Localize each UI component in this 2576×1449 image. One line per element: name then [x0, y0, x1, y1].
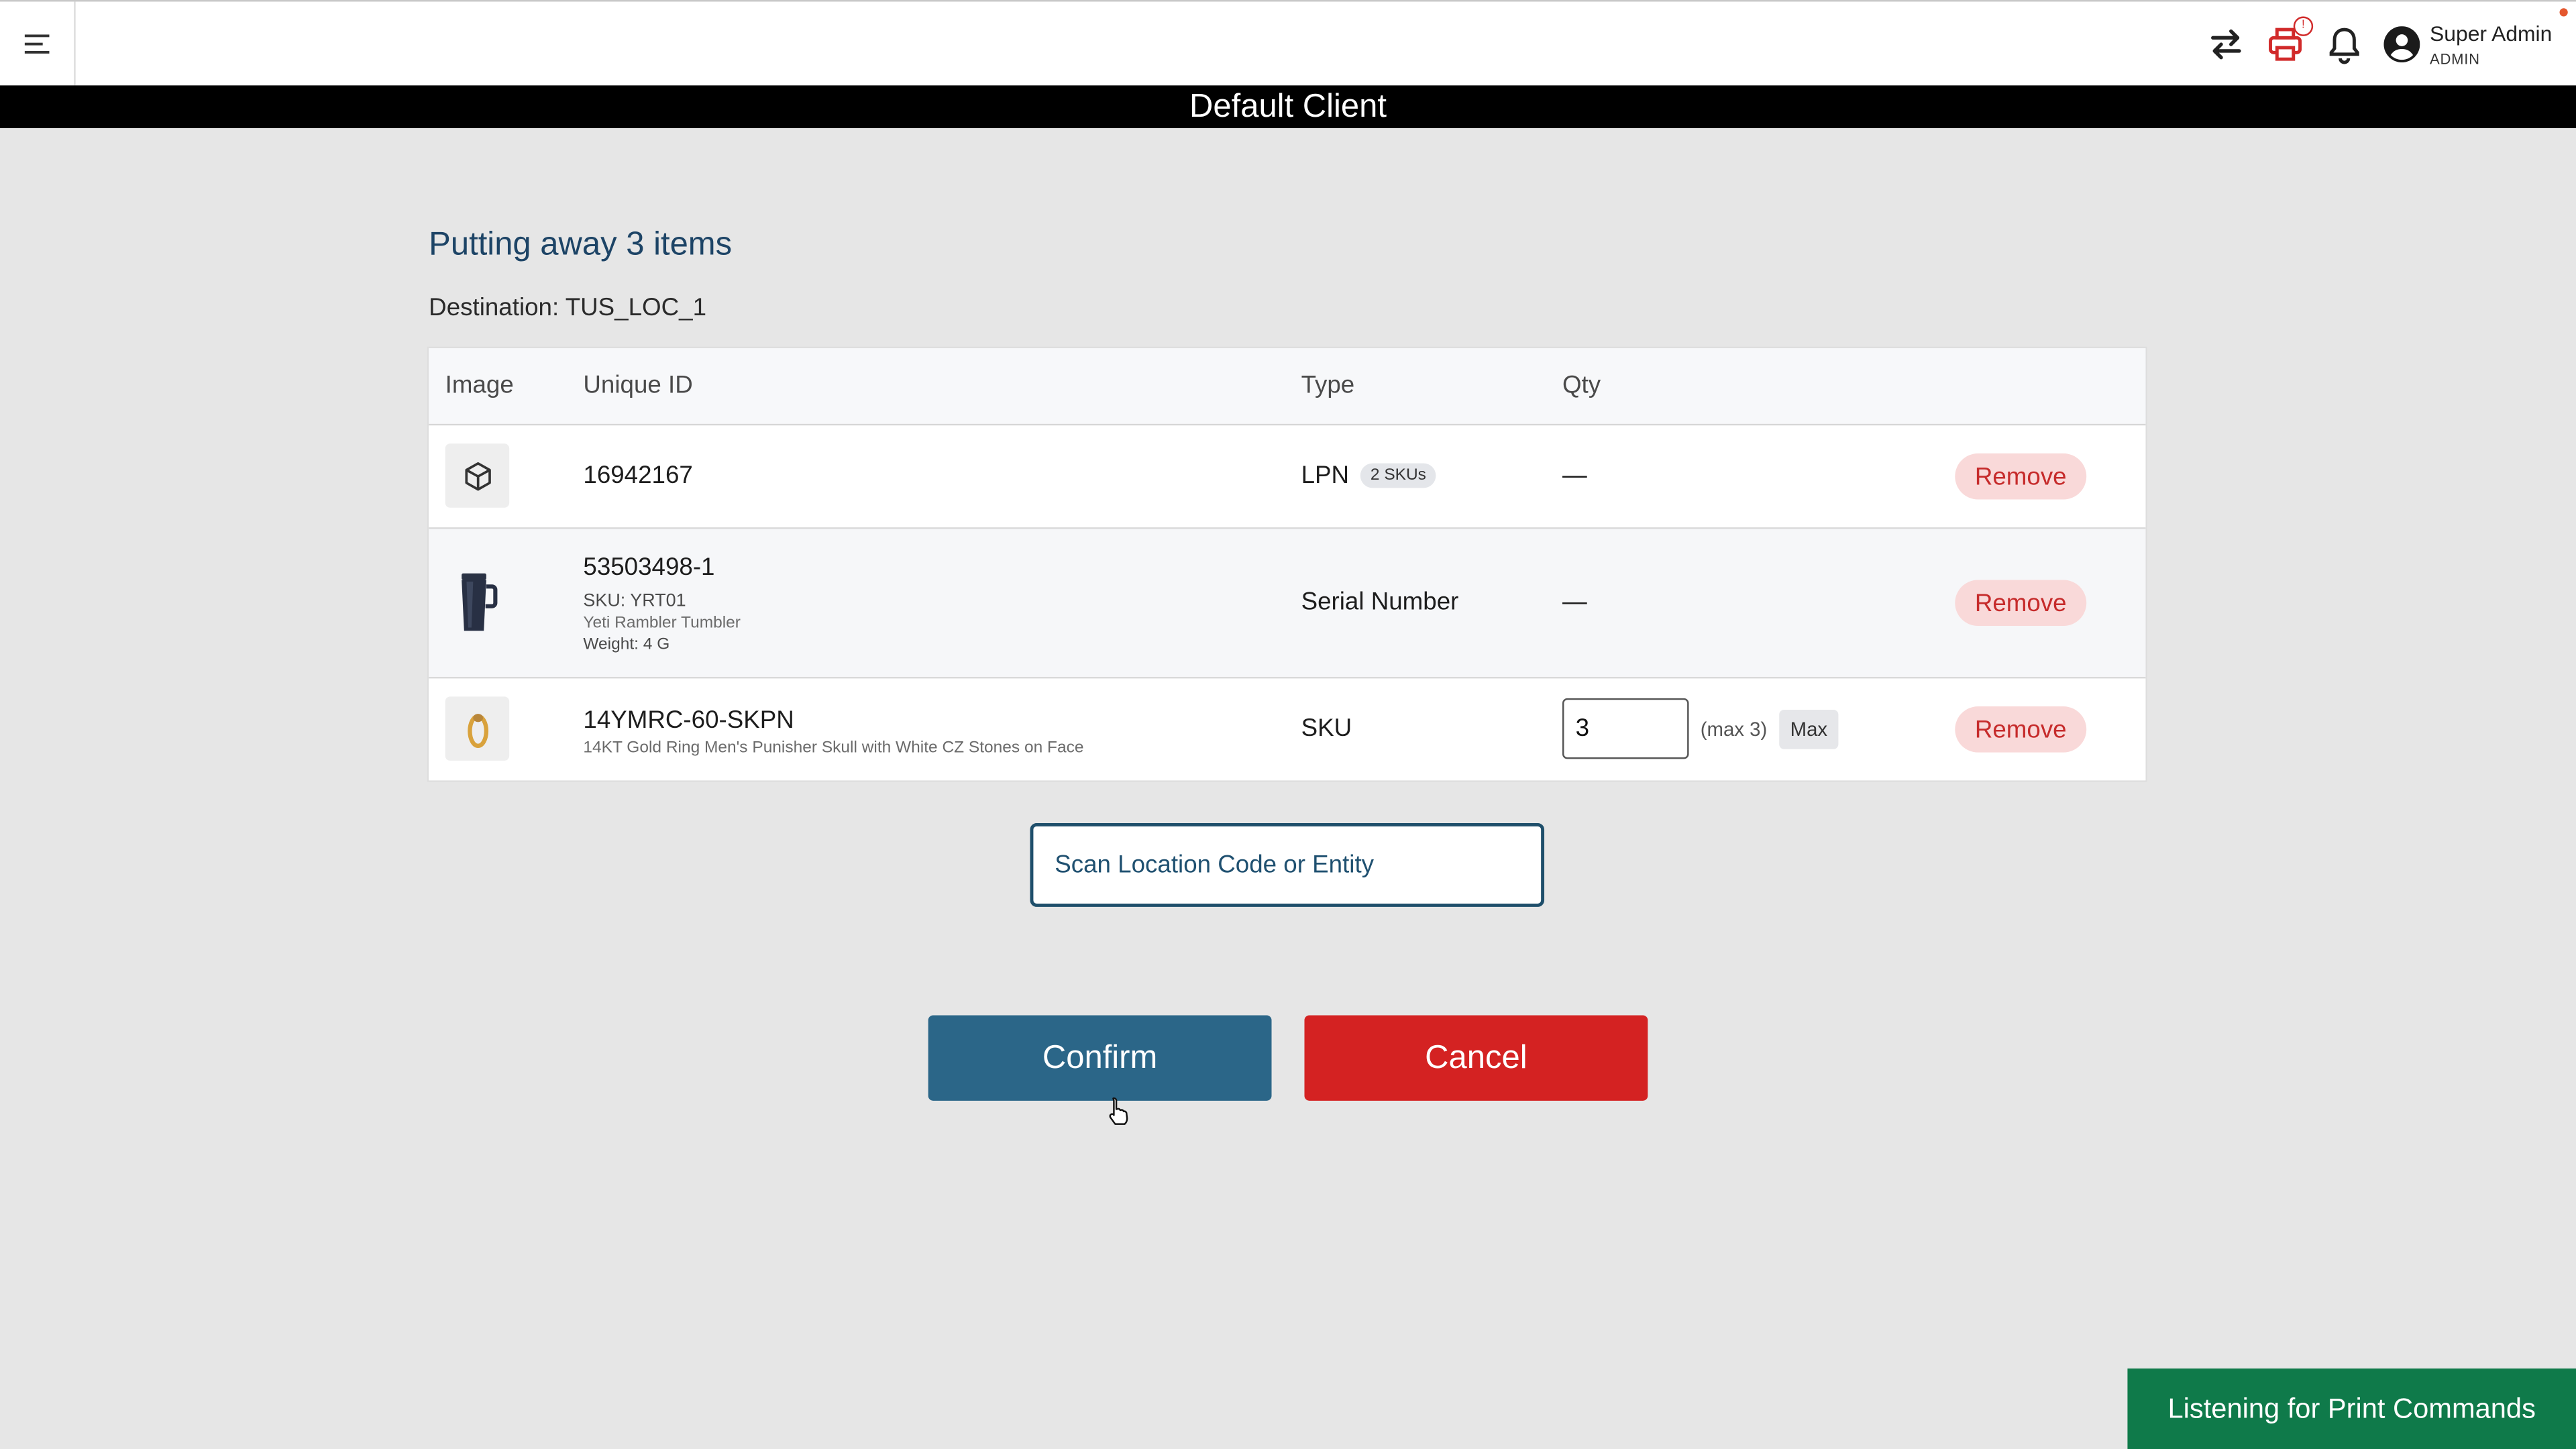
menu-icon [23, 34, 49, 53]
item-weight: Weight: 4 G [583, 635, 670, 654]
confirm-button[interactable]: Confirm [928, 1015, 1272, 1101]
account-circle-icon [2383, 26, 2420, 63]
item-image [445, 570, 510, 635]
item-name: Yeti Rambler Tumbler [583, 614, 741, 633]
putaway-items-table: Image Unique ID Type Qty 16942167 LPN 2 … [429, 348, 2146, 781]
box-icon [464, 461, 490, 490]
ring-icon [467, 712, 488, 747]
table-row: 16942167 LPN 2 SKUs — Remove [429, 425, 2146, 529]
bell-icon [2329, 28, 2359, 64]
tumbler-icon [460, 572, 497, 631]
notifications-button[interactable] [2323, 23, 2366, 66]
unique-id: 14YMRC-60-SKPN [583, 706, 794, 735]
qty-value: — [1562, 588, 1587, 616]
page-title: Putting away 3 items [429, 226, 733, 263]
user-menu[interactable]: Super Admin ADMIN [2383, 18, 2552, 70]
table-header: Image Unique ID Type Qty [429, 348, 2146, 426]
sku-count-badge: 2 SKUs [1360, 463, 1436, 488]
destination-label: Destination: TUS_LOC_1 [429, 294, 707, 323]
printer-button[interactable]: ! [2264, 16, 2314, 66]
item-image [445, 696, 510, 761]
column-header-image: Image [445, 371, 514, 400]
table-row: 53503498-1 SKU: YRT01 Yeti Rambler Tumbl… [429, 529, 2146, 679]
scan-location-input[interactable] [1030, 822, 1545, 907]
user-name: Super Admin [2430, 20, 2553, 46]
printer-alert-badge: ! [2293, 16, 2314, 36]
column-header-qty: Qty [1562, 371, 1601, 400]
client-banner: Default Client [0, 85, 2576, 129]
table-row: 14YMRC-60-SKPN 14KT Gold Ring Men's Puni… [429, 678, 2146, 781]
column-header-unique-id: Unique ID [583, 371, 693, 400]
item-type: SKU [1301, 714, 1352, 743]
item-image [445, 443, 510, 508]
hand-pointer-cursor-icon [1109, 1097, 1128, 1125]
sku-code: SKU: YRT01 [583, 591, 686, 612]
item-name: 14KT Gold Ring Men's Punisher Skull with… [583, 739, 1084, 757]
quantity-input[interactable] [1562, 698, 1689, 759]
item-type: Serial Number [1301, 588, 1459, 616]
status-dot [2559, 8, 2568, 17]
item-type: LPN [1301, 462, 1350, 490]
unique-id: 16942167 [583, 462, 693, 490]
print-listener-toast: Listening for Print Commands [2127, 1368, 2576, 1449]
remove-button[interactable]: Remove [1955, 453, 2087, 500]
column-header-type: Type [1301, 371, 1355, 400]
qty-value: — [1562, 462, 1587, 490]
menu-button[interactable] [0, 1, 76, 86]
unique-id: 53503498-1 [583, 553, 715, 582]
max-quantity-hint: (max 3) [1700, 716, 1768, 741]
remove-button[interactable]: Remove [1955, 580, 2087, 627]
max-quantity-button[interactable]: Max [1778, 708, 1839, 749]
remove-button[interactable]: Remove [1955, 706, 2087, 753]
cancel-button[interactable]: Cancel [1304, 1015, 1648, 1101]
top-bar: ! Super Admin ADMIN [0, 0, 2576, 86]
transfer-button[interactable] [2205, 23, 2248, 66]
user-role: ADMIN [2430, 50, 2480, 67]
swap-arrows-icon [2211, 29, 2241, 60]
app-root: ! Super Admin ADMIN Default Client Putti… [0, 0, 2576, 1449]
